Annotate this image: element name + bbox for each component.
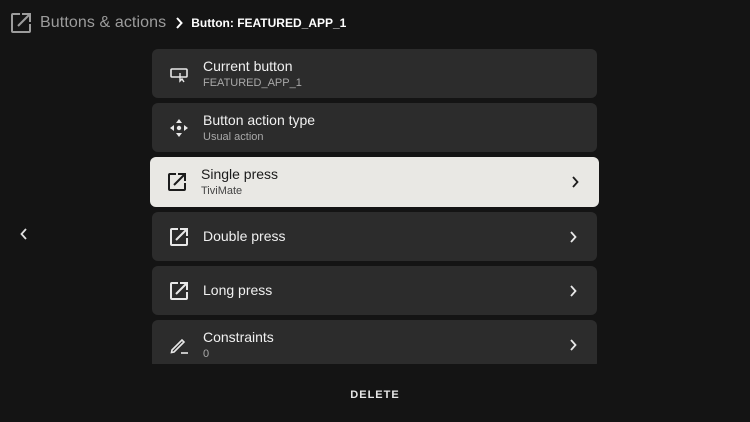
- header: Buttons & actions Button: FEATURED_APP_1: [10, 11, 346, 35]
- list-item-long-press[interactable]: Long press: [152, 266, 597, 315]
- list-item-title: Long press: [203, 282, 273, 298]
- open-external-icon: [168, 280, 190, 302]
- chevron-right-icon: [568, 338, 578, 351]
- chevron-right-icon: [568, 230, 578, 243]
- open-external-icon: [10, 12, 32, 34]
- list-item-button-action-type[interactable]: Button action type Usual action: [152, 103, 597, 152]
- list-item-title: Button action type: [203, 111, 316, 128]
- list-item-double-press[interactable]: Double press: [152, 212, 597, 261]
- list-item-subtitle: FEATURED_APP_1: [203, 76, 302, 89]
- remote-button-icon: [168, 63, 190, 85]
- list-item-title: Double press: [203, 228, 286, 244]
- list-item-single-press[interactable]: Single press TiviMate: [150, 157, 599, 207]
- breadcrumb: Button: FEATURED_APP_1: [191, 16, 347, 30]
- delete-button[interactable]: DELETE: [340, 386, 410, 404]
- list-item-subtitle: 0: [203, 347, 210, 360]
- dpad-arrows-icon: [168, 117, 190, 139]
- list-item-current-button[interactable]: Current button FEATURED_APP_1: [152, 49, 597, 98]
- back-button[interactable]: [16, 225, 32, 243]
- list-item-subtitle: Usual action: [203, 130, 264, 143]
- chevron-right-icon: [570, 176, 580, 188]
- list-item-subtitle: TiviMate: [201, 185, 243, 197]
- list-item-title: Constraints: [203, 328, 274, 345]
- page-title: Buttons & actions: [40, 14, 167, 31]
- list-item-title: Single press: [201, 166, 279, 182]
- list-item-title: Current button: [203, 57, 293, 74]
- open-external-icon: [166, 171, 188, 193]
- chevron-right-icon: [175, 17, 185, 29]
- chevron-right-icon: [568, 284, 578, 297]
- settings-list[interactable]: Current button FEATURED_APP_1 Button act…: [146, 47, 604, 364]
- open-external-icon: [168, 226, 190, 248]
- list-item-constraints[interactable]: Constraints 0: [152, 320, 597, 364]
- app-screen: Buttons & actions Button: FEATURED_APP_1…: [0, 0, 750, 422]
- chevron-left-icon: [20, 228, 27, 240]
- pencil-icon: [168, 334, 190, 356]
